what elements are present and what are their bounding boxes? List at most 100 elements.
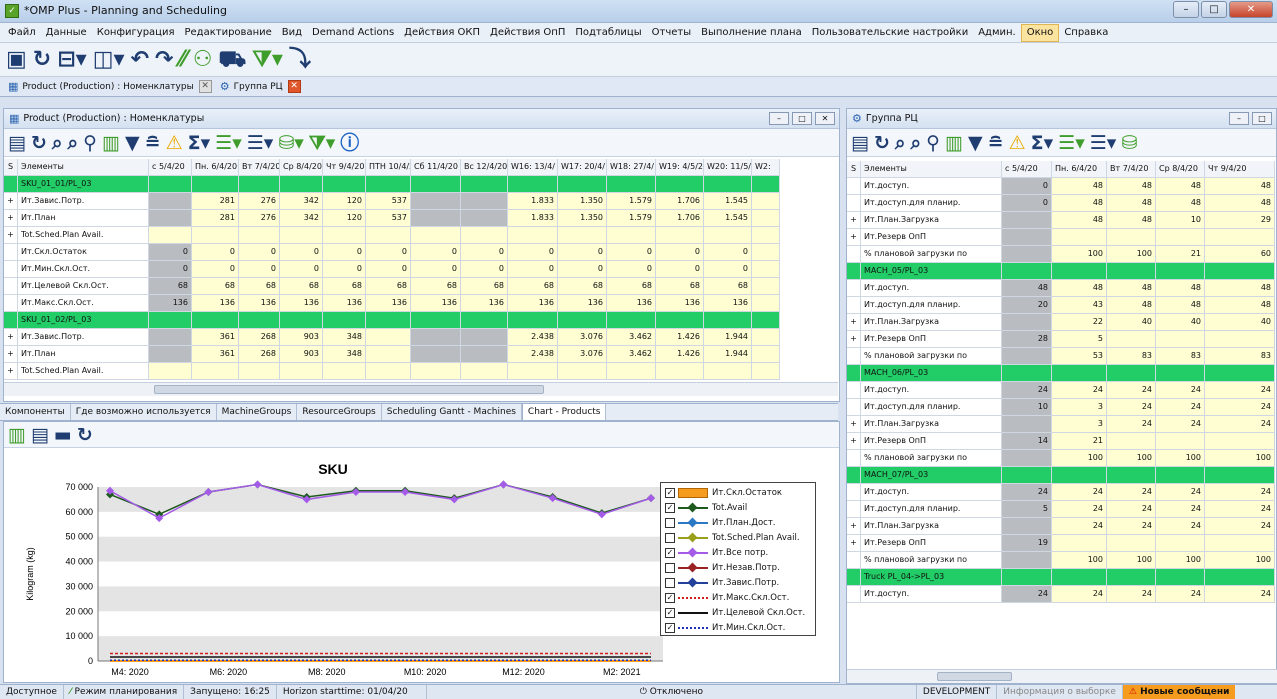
grid-cell[interactable]: [1107, 263, 1156, 280]
grid-cell[interactable]: 0: [461, 244, 508, 261]
grid-cell[interactable]: 0: [323, 244, 366, 261]
grid-cell[interactable]: [280, 227, 323, 244]
grid-cell[interactable]: 48: [1052, 195, 1107, 212]
grid-cell[interactable]: 24: [1205, 501, 1275, 518]
menu-item[interactable]: Справка: [1059, 24, 1113, 42]
grid-cell[interactable]: 40: [1205, 314, 1275, 331]
grid-cell[interactable]: [149, 176, 192, 193]
grid-cell[interactable]: 48: [1107, 195, 1156, 212]
grid-cell[interactable]: 136: [411, 295, 461, 312]
table-row[interactable]: + Ит.Резерв ОпП 19: [847, 535, 1275, 552]
users-icon[interactable]: ⚇: [193, 47, 213, 73]
search-icon[interactable]: ⚲: [926, 132, 940, 154]
table-row[interactable]: Ит.доступ.для планир. 5 24 24 24 24: [847, 501, 1275, 518]
menu-item[interactable]: Данные: [41, 24, 92, 42]
grid-cell[interactable]: 5: [1002, 501, 1052, 518]
column-header[interactable]: ПТН 10/4/2: [366, 159, 411, 176]
subtable-tab[interactable]: Chart - Products: [521, 404, 607, 420]
grid-cell[interactable]: 348: [323, 329, 366, 346]
grid-cell[interactable]: [149, 329, 192, 346]
grid-cell[interactable]: 136: [656, 295, 704, 312]
grid-cell[interactable]: 24: [1052, 518, 1107, 535]
column-header[interactable]: Сб 11/4/20: [411, 159, 461, 176]
status-selection-info[interactable]: Информация о выборке: [997, 685, 1123, 699]
list-icon[interactable]: ▤: [851, 132, 869, 154]
column-header[interactable]: S: [4, 159, 18, 176]
grid-cell[interactable]: 2.438: [508, 329, 558, 346]
grid-cell[interactable]: [704, 227, 752, 244]
grid-cell[interactable]: 28: [1002, 331, 1052, 348]
grid-cell[interactable]: [461, 193, 508, 210]
grid-cell[interactable]: [461, 346, 508, 363]
subtable-tab[interactable]: Компоненты: [0, 404, 71, 420]
grid-cell[interactable]: [1002, 314, 1052, 331]
scroll-thumb[interactable]: [937, 672, 1012, 681]
grid-cell[interactable]: [1107, 365, 1156, 382]
grid-cell[interactable]: 0: [508, 261, 558, 278]
grid-cell[interactable]: 100: [1052, 552, 1107, 569]
grid-cell[interactable]: [656, 312, 704, 329]
grid-cell[interactable]: [1205, 433, 1275, 450]
grid-cell[interactable]: 0: [192, 261, 239, 278]
grid-cell[interactable]: 342: [280, 210, 323, 227]
legend-checkbox[interactable]: ✓: [665, 592, 675, 603]
grid-cell[interactable]: [461, 227, 508, 244]
grid-cell[interactable]: [558, 227, 607, 244]
table-row[interactable]: + Ит.Завис.Потр. 281 276 342 120 537 1.833 1.350…: [4, 193, 780, 210]
grid-cell[interactable]: 361: [192, 329, 239, 346]
expand-toggle[interactable]: +: [4, 329, 18, 346]
group-row[interactable]: SKU_01_01/PL_03: [4, 176, 780, 193]
table-row[interactable]: Ит.Мин.Скл.Ост. 0 0 0 0 0 0 0 0 0 0 0 0 0: [4, 261, 780, 278]
grid-cell[interactable]: [461, 176, 508, 193]
grid-cell[interactable]: 1.579: [607, 193, 656, 210]
table-row[interactable]: % плановой загрузки по 100 100 100 100: [847, 450, 1275, 467]
filter-icon[interactable]: ▼: [125, 132, 140, 154]
grid-cell[interactable]: [192, 227, 239, 244]
grid-cell[interactable]: 342: [280, 193, 323, 210]
grid-cell[interactable]: 281: [192, 210, 239, 227]
column-header[interactable]: Вт 7/4/20: [1107, 161, 1156, 178]
table-row[interactable]: Ит.доступ.для планир. 20 43 48 48 48: [847, 297, 1275, 314]
grid-cell[interactable]: 48: [1107, 280, 1156, 297]
grid-cell[interactable]: [607, 176, 656, 193]
grid-cell[interactable]: 3: [1052, 399, 1107, 416]
grid-cell[interactable]: [366, 346, 411, 363]
group-row[interactable]: MACH_06/PL_03: [847, 365, 1275, 382]
menu-item[interactable]: Действия ОКП: [399, 24, 485, 42]
grid-cell[interactable]: [1107, 535, 1156, 552]
table-row[interactable]: Ит.доступ.для планир. 10 3 24 24 24: [847, 399, 1275, 416]
legend-item[interactable]: Tot.Sched.Plan Avail.: [665, 531, 800, 544]
grid-cell[interactable]: 68: [607, 278, 656, 295]
table-row[interactable]: Ит.Макс.Скл.Ост. 136 136 136 136 136 136 136 136…: [4, 295, 780, 312]
minimize-button[interactable]: –: [1173, 1, 1199, 18]
grid-cell[interactable]: 48: [1002, 280, 1052, 297]
table-row[interactable]: Ит.доступ. 24 24 24 24 24: [847, 382, 1275, 399]
grid-cell[interactable]: 0: [366, 261, 411, 278]
grid-cell[interactable]: [508, 176, 558, 193]
grid-cell[interactable]: [1052, 467, 1107, 484]
grid-cell[interactable]: 24: [1002, 382, 1052, 399]
grid-cell[interactable]: [1002, 365, 1052, 382]
grid-cell[interactable]: 1.579: [607, 210, 656, 227]
grid-cell[interactable]: 537: [366, 210, 411, 227]
grid-cell[interactable]: [752, 346, 780, 363]
grid-cell[interactable]: [1002, 416, 1052, 433]
column-header[interactable]: W2:: [752, 159, 780, 176]
subtable-tab[interactable]: Где возможно используется: [71, 404, 217, 420]
grid-cell[interactable]: 68: [411, 278, 461, 295]
grid-cell[interactable]: [656, 363, 704, 380]
grid-cell[interactable]: 20: [1002, 297, 1052, 314]
grid-cell[interactable]: 136: [508, 295, 558, 312]
grid-cell[interactable]: [411, 227, 461, 244]
grid-cell[interactable]: [752, 210, 780, 227]
grid-cell[interactable]: 0: [508, 244, 558, 261]
grid-cell[interactable]: [607, 363, 656, 380]
grid-cell[interactable]: 19: [1002, 535, 1052, 552]
undo-icon[interactable]: ↶: [131, 47, 149, 73]
table-row[interactable]: + Ит.План.Загрузка 22 40 40 40: [847, 314, 1275, 331]
grid-cell[interactable]: [280, 363, 323, 380]
grid-cell[interactable]: [1107, 467, 1156, 484]
grid-cell[interactable]: 1.350: [558, 210, 607, 227]
grid-cell[interactable]: [704, 312, 752, 329]
grid-cell[interactable]: 0: [607, 261, 656, 278]
